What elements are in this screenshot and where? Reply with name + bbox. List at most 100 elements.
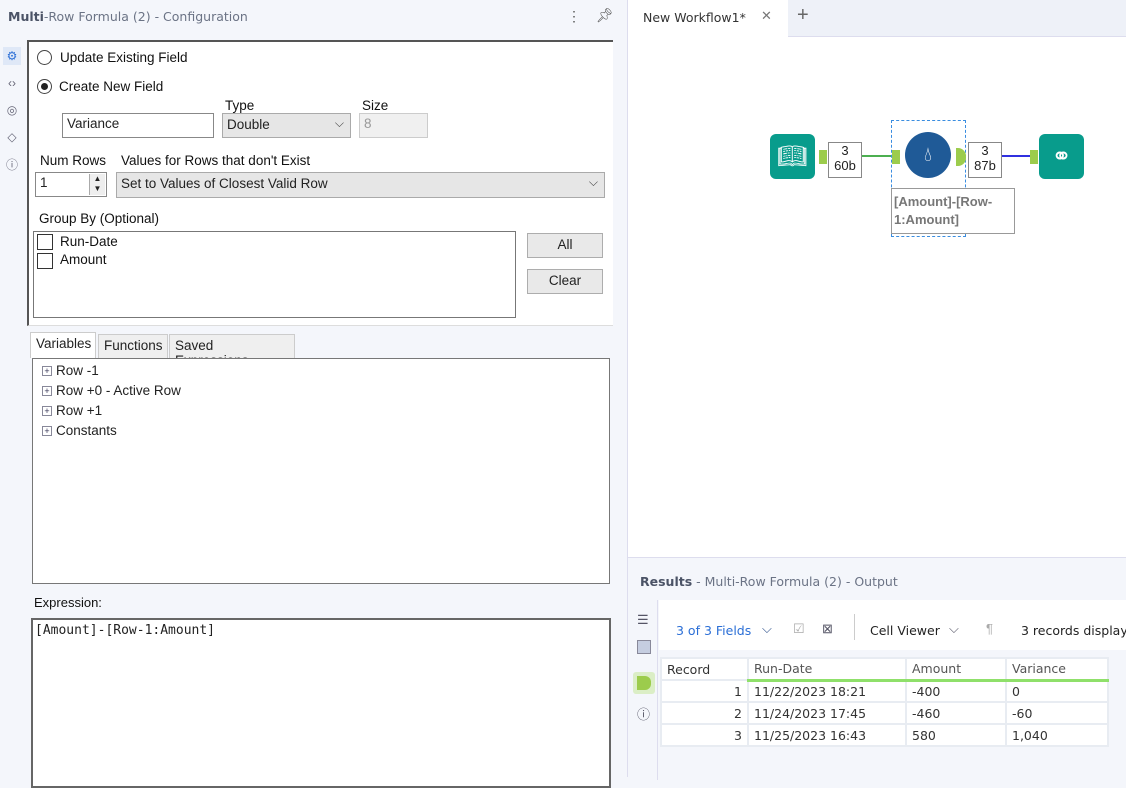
cell[interactable]: 580 <box>905 723 1007 747</box>
size-label: Size <box>362 98 389 113</box>
clear-button[interactable]: Clear <box>527 269 603 294</box>
nonexist-select[interactable]: Set to Values of Closest Valid Row ⌵ <box>116 172 605 198</box>
expression-label: Expression: <box>34 595 102 610</box>
pin-icon[interactable]: 📌︎ <box>596 7 614 24</box>
input-tool-icon[interactable]: 📖︎ <box>770 134 815 179</box>
deselect-icon[interactable]: ⊠ <box>822 621 833 637</box>
connection-line <box>1002 155 1030 157</box>
group-by-label: Group By (Optional) <box>39 211 160 226</box>
size-input[interactable]: 8 <box>359 113 428 138</box>
results-panel: Results - Multi-Row Formula (2) - Output… <box>628 557 1126 780</box>
cell[interactable]: 11/22/2023 18:21 <box>747 679 907 703</box>
records-count: 3 records displayed <box>1021 623 1126 638</box>
add-tab-button[interactable]: + <box>797 4 809 27</box>
connector <box>819 150 827 164</box>
connection-line <box>862 155 892 157</box>
gear-icon[interactable]: ⚙ <box>3 47 21 65</box>
type-value: Double <box>227 117 270 132</box>
tree-item-label: Row +1 <box>56 403 103 418</box>
tab-new-workflow[interactable]: New Workflow1* ✕ <box>628 0 788 37</box>
cell[interactable]: 2 <box>660 701 749 725</box>
cell-viewer-dropdown[interactable]: Cell Viewer <box>870 623 940 638</box>
results-rail: ☰ ⓘ <box>628 600 658 780</box>
tree-item[interactable]: + Row -1 <box>42 363 99 378</box>
metadata-icon[interactable] <box>637 640 651 654</box>
panel-title: Multi-Row Formula (2) - Configuration <box>8 9 248 24</box>
group-checkbox-amount[interactable] <box>37 253 53 269</box>
chevron-down-icon[interactable]: ⌵ <box>949 621 959 637</box>
cell[interactable]: 1 <box>660 679 749 703</box>
tree-item-label: Row -1 <box>56 363 99 378</box>
help-icon[interactable]: ⓘ <box>637 704 650 723</box>
all-button[interactable]: All <box>527 233 603 258</box>
group-field-label: Amount <box>60 252 107 267</box>
table-row[interactable]: 1 11/22/2023 18:21 -400 0 <box>660 679 1109 703</box>
num-rows-stepper[interactable]: 1 ▲ ▼ <box>35 172 107 197</box>
column-header[interactable]: Run-Date <box>747 657 907 682</box>
spin-arrows-icon[interactable]: ▲ ▼ <box>89 174 105 195</box>
tree-item[interactable]: + Row +1 <box>42 403 102 418</box>
num-rows-label: Num Rows <box>40 153 107 168</box>
expression-editor[interactable]: [Amount]-[Row-1:Amount] <box>31 618 611 788</box>
workflow-area: New Workflow1* ✕ + 📖︎ 3 60b 💧︎ 3 87b ⚭ [Am… <box>627 0 1126 780</box>
tab-variables[interactable]: Variables <box>30 332 96 358</box>
pilcrow-icon[interactable]: ¶ <box>986 621 993 636</box>
record-count-badge: 3 60b <box>828 142 862 178</box>
column-header[interactable]: Amount <box>905 657 1007 682</box>
group-checkbox-run-date[interactable] <box>37 234 53 250</box>
tab-label: New Workflow1* <box>643 10 746 25</box>
multi-row-formula-tool-icon[interactable]: 💧︎ <box>905 132 951 178</box>
column-header[interactable]: Variance <box>1005 657 1109 682</box>
annotation-icon[interactable]: ◎ <box>3 101 21 119</box>
update-existing-label: Update Existing Field <box>60 50 188 65</box>
tag-icon[interactable]: ◇ <box>3 128 21 146</box>
fields-dropdown[interactable]: 3 of 3 Fields <box>676 623 751 638</box>
group-field-label: Run-Date <box>60 234 118 249</box>
update-existing-radio[interactable] <box>37 50 52 65</box>
type-label: Type <box>225 98 255 113</box>
results-title: Results - Multi-Row Formula (2) - Output <box>640 574 898 589</box>
list-icon[interactable]: ☰ <box>637 612 649 628</box>
browse-tool-icon[interactable]: ⚭ <box>1039 134 1084 179</box>
code-icon[interactable]: ‹› <box>3 74 21 92</box>
close-icon[interactable]: ✕ <box>761 8 772 24</box>
more-options-icon[interactable]: ⋮ <box>567 8 581 25</box>
expand-icon[interactable]: + <box>42 385 52 396</box>
tab-saved-expressions[interactable]: Saved Expressions <box>169 334 295 368</box>
divider <box>854 614 855 640</box>
cell[interactable]: -400 <box>905 679 1007 703</box>
expand-icon[interactable]: + <box>42 425 52 436</box>
cell[interactable]: -60 <box>1005 701 1109 725</box>
config-form: Update Existing Field Create New Field T… <box>27 40 613 326</box>
column-header[interactable]: Record <box>660 657 749 681</box>
type-select[interactable]: Double ⌵ <box>222 113 351 138</box>
results-table: Record Run-Date Amount Variance 1 11/22/2… <box>660 657 1109 747</box>
table-row[interactable]: 3 11/25/2023 16:43 580 1,040 <box>660 723 1109 747</box>
connector <box>1030 150 1038 164</box>
table-row[interactable]: 2 11/24/2023 17:45 -460 -60 <box>660 701 1109 725</box>
cell[interactable]: 11/24/2023 17:45 <box>747 701 907 725</box>
tree-item[interactable]: + Constants <box>42 423 117 438</box>
chevron-down-icon[interactable]: ⌵ <box>762 621 772 637</box>
chevron-down-icon: ⌵ <box>334 116 344 130</box>
help-icon[interactable]: ⓘ <box>3 156 21 174</box>
check-all-icon[interactable]: ☑ <box>793 621 805 637</box>
tree-item-label: Row +0 - Active Row <box>56 383 181 398</box>
cell[interactable]: 1,040 <box>1005 723 1109 747</box>
expand-icon[interactable]: + <box>42 365 52 376</box>
expand-icon[interactable]: + <box>42 405 52 416</box>
tree-item[interactable]: + Row +0 - Active Row <box>42 383 181 398</box>
field-name-input[interactable]: Variance <box>62 113 214 138</box>
configuration-panel: Multi-Row Formula (2) - Configuration ⋮ … <box>0 0 620 788</box>
data-icon[interactable] <box>633 672 655 694</box>
cell[interactable]: 3 <box>660 723 749 747</box>
tool-annotation: [Amount]-[Row- 1:Amount] <box>891 188 1015 234</box>
cell[interactable]: -460 <box>905 701 1007 725</box>
cell[interactable]: 11/25/2023 16:43 <box>747 723 907 747</box>
create-new-radio[interactable] <box>37 79 52 94</box>
cell[interactable]: 0 <box>1005 679 1109 703</box>
record-count-badge: 3 87b <box>968 142 1002 178</box>
results-toolbar: 3 of 3 Fields ⌵ ☑ ⊠ Cell Viewer ⌵ ¶ 3 re… <box>659 600 1126 650</box>
tree-item-label: Constants <box>56 423 117 438</box>
tab-functions[interactable]: Functions <box>98 334 168 358</box>
